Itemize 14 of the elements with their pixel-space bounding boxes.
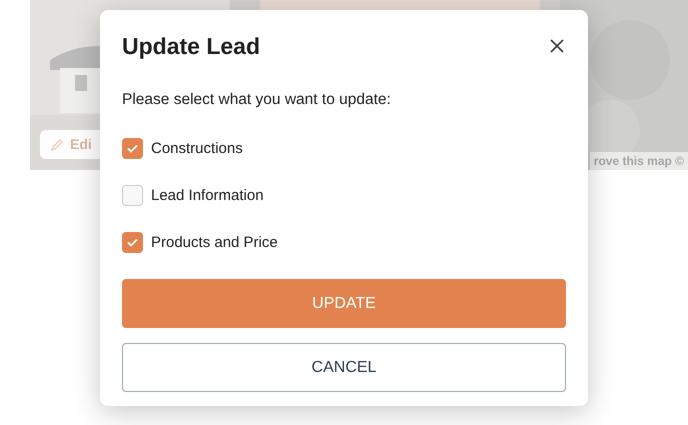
close-button[interactable] xyxy=(548,37,566,55)
close-icon xyxy=(550,39,564,53)
prompt-text: Please select what you want to update: xyxy=(122,90,392,110)
option-label[interactable]: Products and Price xyxy=(151,232,278,254)
cancel-button[interactable]: CANCEL xyxy=(122,343,566,392)
checkbox[interactable] xyxy=(122,138,143,160)
checkbox[interactable] xyxy=(122,232,143,254)
check-icon xyxy=(127,238,138,248)
option-label[interactable]: Constructions xyxy=(151,138,243,160)
checkbox[interactable] xyxy=(122,185,143,206)
dialog-title: Update Lead xyxy=(122,32,260,61)
check-icon xyxy=(127,144,138,154)
option-label[interactable]: Lead Information xyxy=(151,184,264,207)
pencil-icon xyxy=(50,138,64,152)
